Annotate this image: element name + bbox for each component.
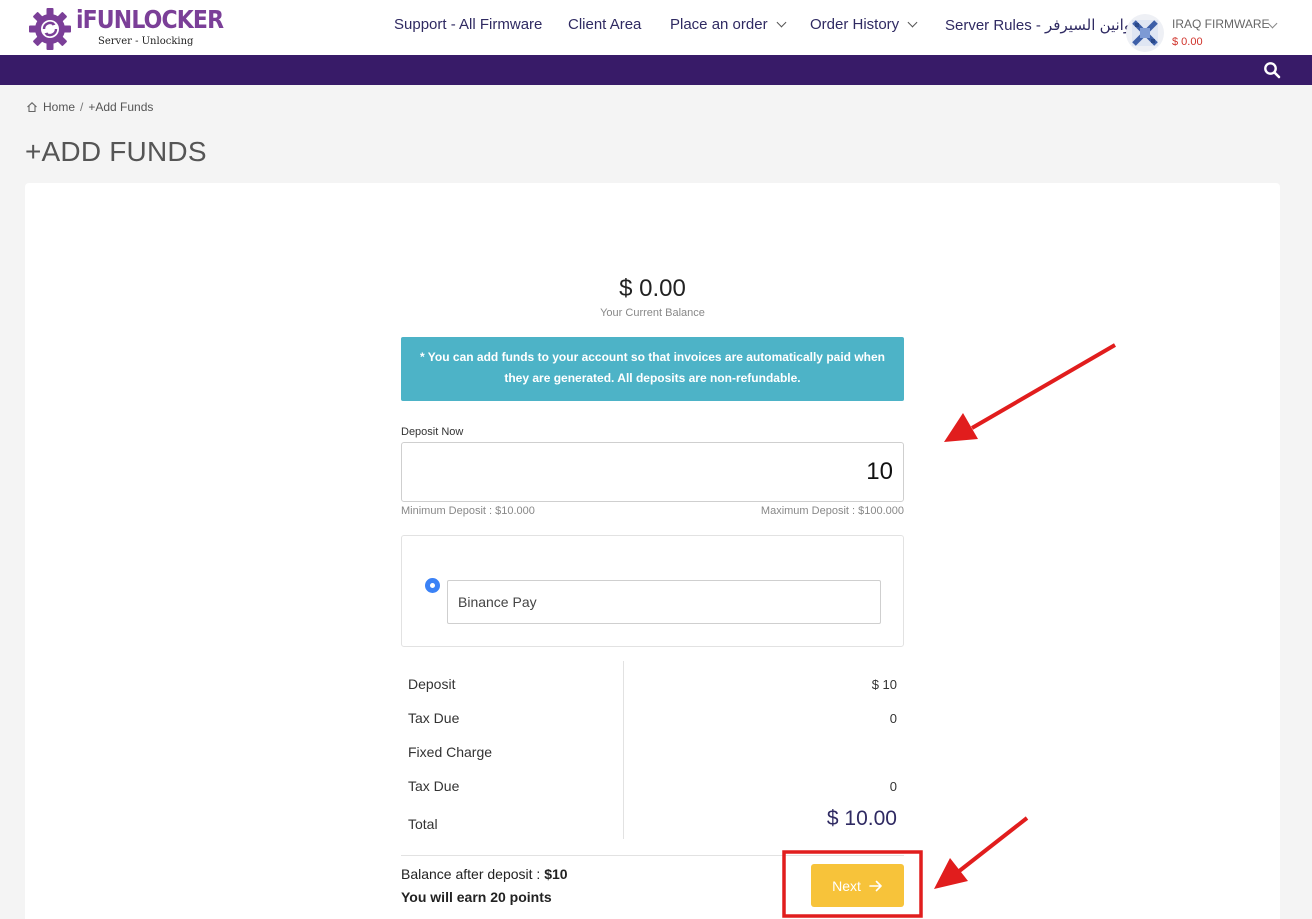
main-nav: Support - All Firmware Client Area Place… [0, 16, 1312, 38]
nav-label: Server Rules - قوانين السيرفر [945, 17, 1139, 34]
chevron-down-icon [907, 17, 918, 27]
avatar-icon [1126, 14, 1164, 52]
search-icon [1264, 62, 1281, 79]
summary-label-deposit: Deposit [408, 676, 456, 692]
breadcrumb-home[interactable]: Home [43, 100, 75, 114]
account-balance: $ 0.00 [1172, 36, 1203, 48]
minimum-deposit-text: Minimum Deposit : $10.000 [401, 505, 535, 517]
arrow-right-icon [869, 880, 883, 892]
footer-divider [401, 855, 904, 856]
summary-value-deposit: $ 10 [871, 677, 897, 692]
current-balance-label: Your Current Balance [600, 307, 705, 319]
nav-label: Support - All Firmware [394, 16, 543, 33]
nav-server-rules[interactable]: Server Rules - قوانين السيرفر [945, 16, 1139, 34]
summary-divider [623, 661, 624, 839]
info-alert: * You can add funds to your account so t… [401, 337, 904, 401]
breadcrumb-separator: / [80, 100, 84, 114]
points-earned-text: You will earn 20 points [401, 889, 552, 905]
maximum-deposit-text: Maximum Deposit : $100.000 [760, 505, 904, 517]
deposit-label: Deposit Now [401, 426, 464, 438]
breadcrumb-current: +Add Funds [88, 100, 154, 114]
payment-method-box: Binance Pay [401, 535, 904, 647]
balance-after-value: $10 [544, 866, 568, 882]
summary-value-tax-due: 0 [889, 711, 897, 726]
info-alert-text: * You can add funds to your account so t… [420, 350, 885, 385]
payment-option-binance-pay[interactable]: Binance Pay [447, 580, 881, 624]
payment-radio-selected[interactable] [425, 578, 440, 593]
payment-option-label: Binance Pay [458, 594, 537, 610]
secondary-bar [0, 55, 1312, 85]
summary-value-tax-due-2: 0 [889, 779, 897, 794]
nav-support-all-firmware[interactable]: Support - All Firmware [394, 16, 542, 33]
page-title: +ADD FUNDS [25, 136, 207, 167]
summary-value-total: $ 10.00 [826, 807, 897, 830]
balance-after-deposit: Balance after deposit : $10 [401, 866, 568, 882]
deposit-amount-input[interactable] [401, 442, 904, 502]
summary-label-tax-due-2: Tax Due [408, 778, 460, 794]
home-icon [26, 101, 38, 113]
account-menu[interactable]: IRAQ FIRMWARE $ 0.00 [1126, 12, 1286, 52]
nav-label: Order History [810, 16, 900, 33]
balance-after-label: Balance after deposit : [401, 866, 541, 882]
nav-label: Place an order [670, 16, 768, 33]
add-funds-card: $ 0.00 Your Current Balance * You can ad… [25, 183, 1280, 919]
search-button[interactable] [1263, 61, 1281, 79]
summary-label-fixed-charge: Fixed Charge [408, 744, 493, 760]
chevron-down-icon [776, 17, 787, 27]
nav-place-an-order[interactable]: Place an order [670, 16, 787, 33]
next-button-label: Next [832, 877, 861, 894]
current-balance-amount: $ 0.00 [619, 275, 686, 302]
nav-order-history[interactable]: Order History [810, 16, 918, 33]
next-button[interactable]: Next [811, 864, 904, 907]
summary-label-tax-due: Tax Due [408, 710, 460, 726]
account-name: IRAQ FIRMWARE [1172, 17, 1270, 31]
breadcrumb: Home / +Add Funds [26, 100, 153, 114]
nav-label: Client Area [568, 16, 642, 33]
summary-label-total: Total [408, 816, 438, 832]
deposit-summary: Deposit $ 10 Tax Due 0 Fixed Charge Tax … [401, 661, 904, 839]
nav-client-area[interactable]: Client Area [568, 16, 641, 33]
top-navigation: iFUNLOCKER Server - Unlocking Support - … [0, 0, 1312, 55]
